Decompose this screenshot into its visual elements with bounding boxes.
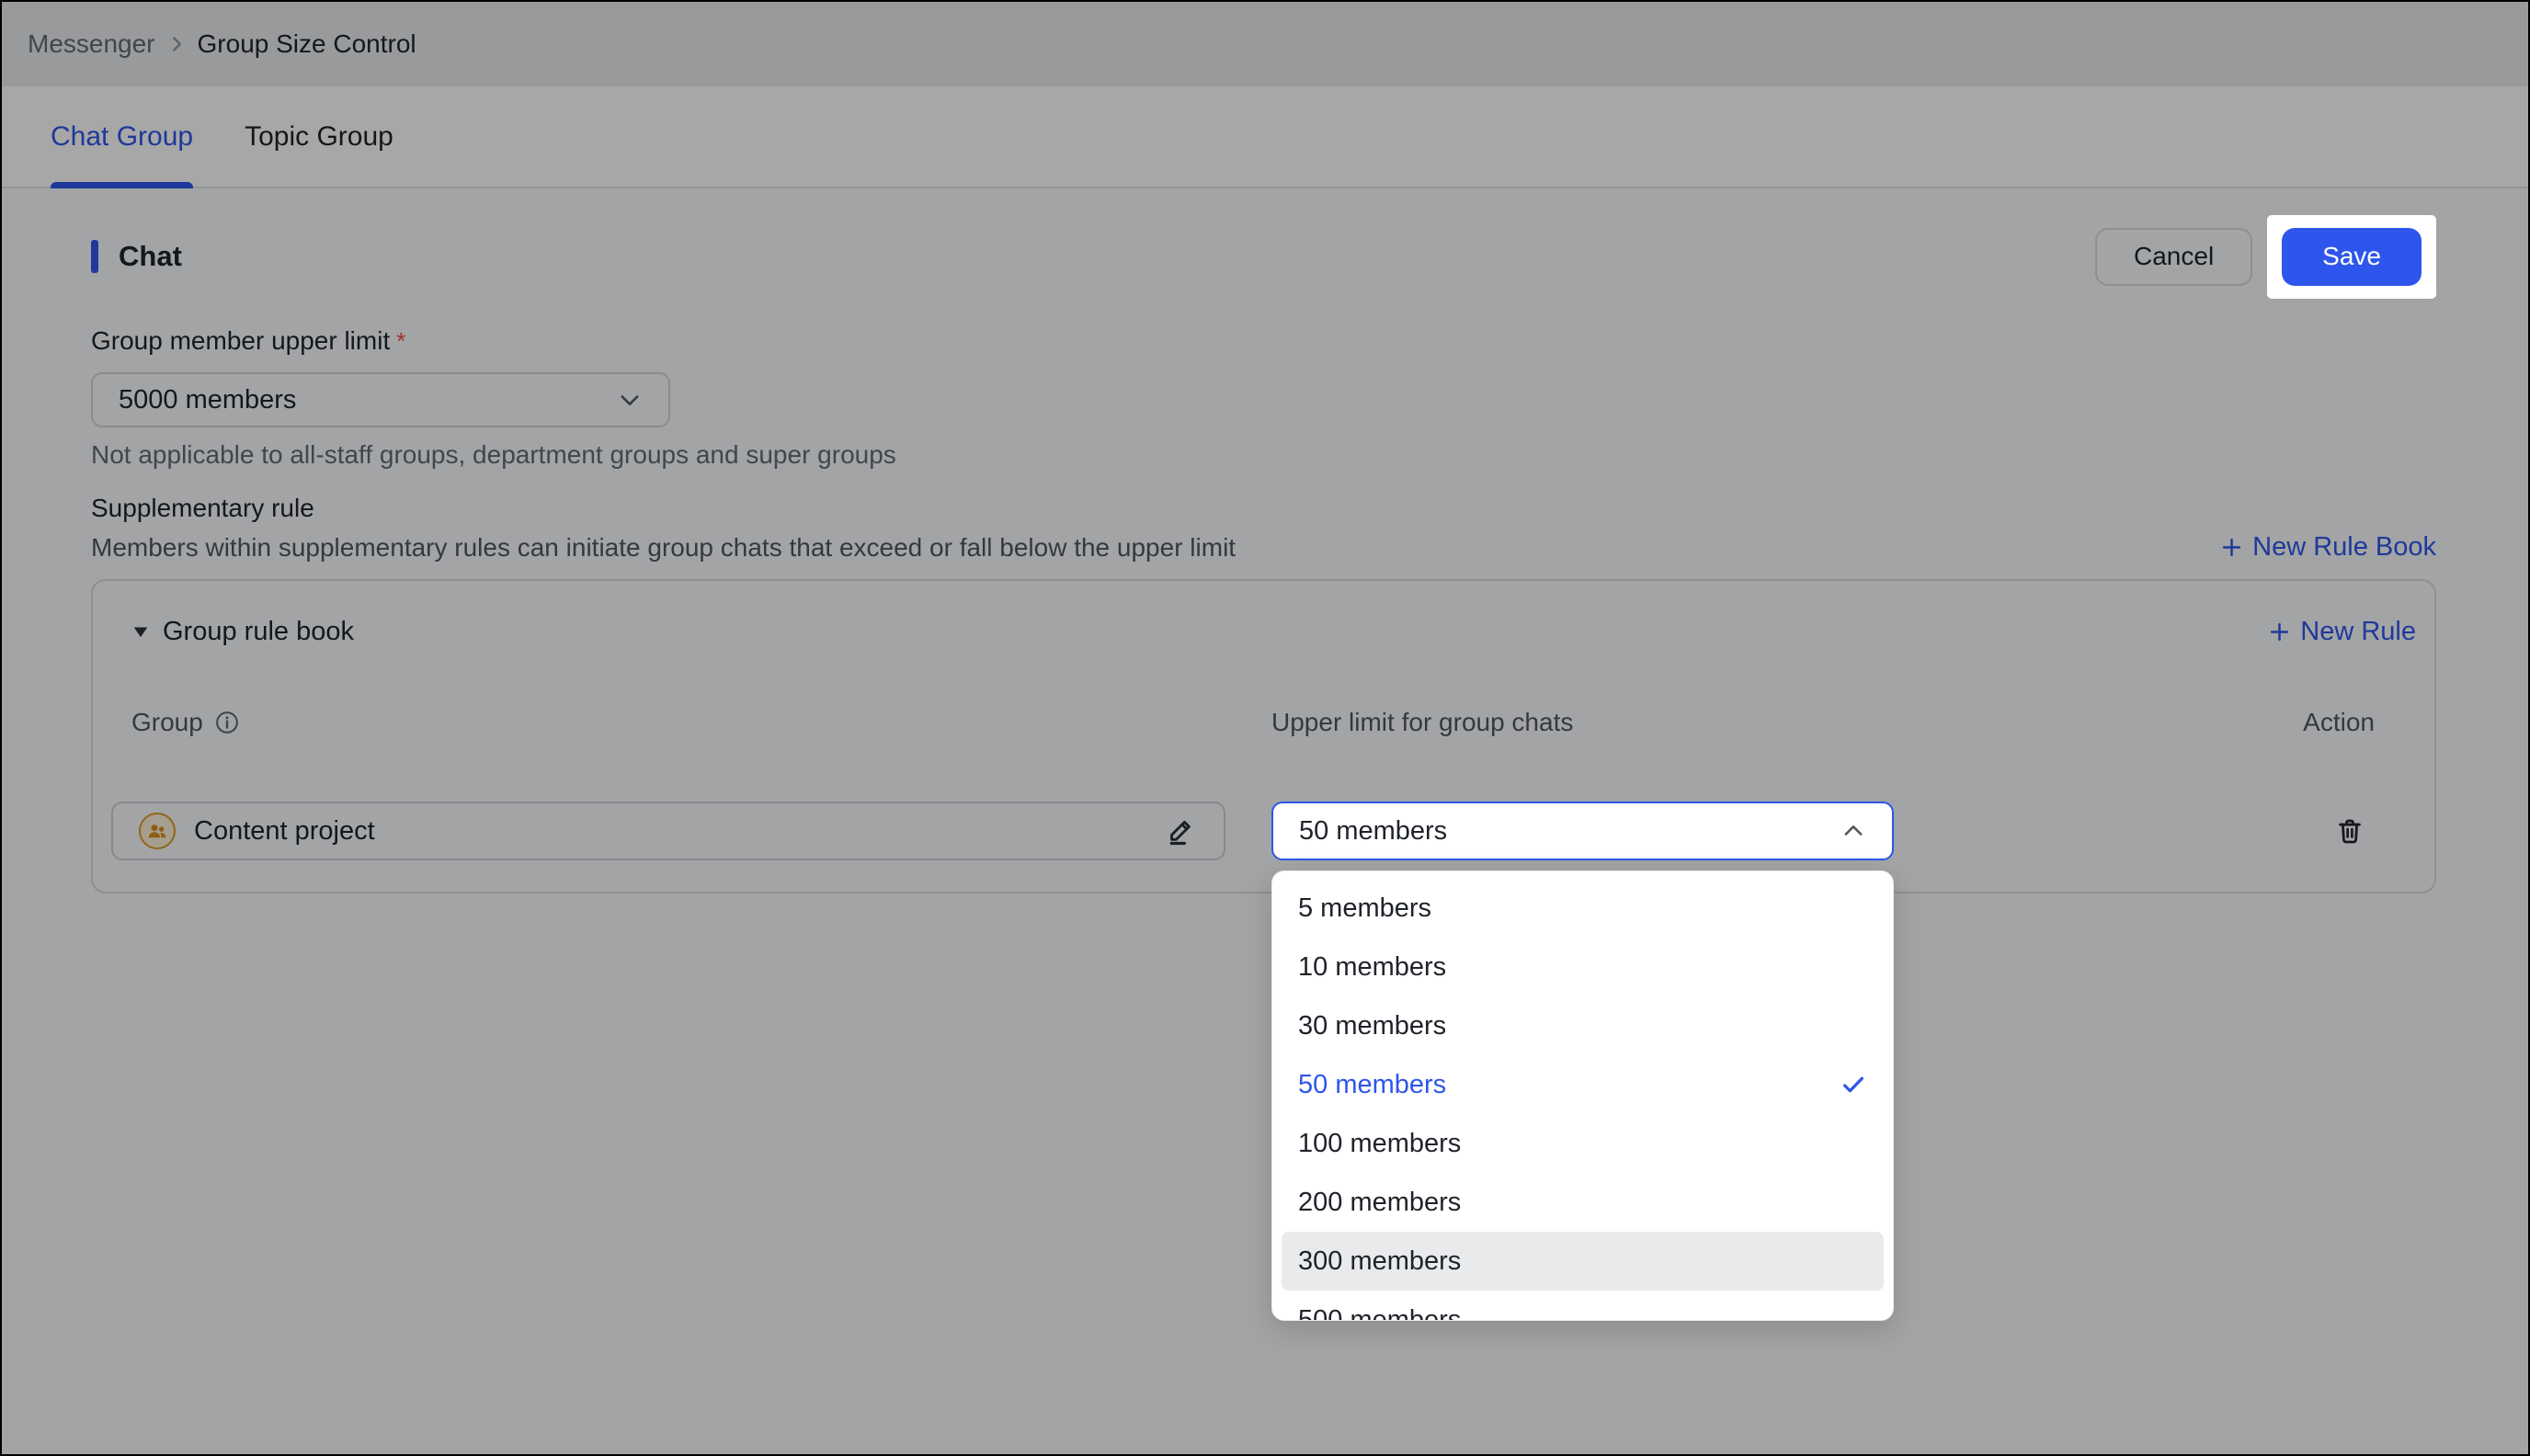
- rule-book-card: Group rule book New Rule Group: [91, 579, 2436, 893]
- breadcrumb-parent[interactable]: Messenger: [28, 29, 155, 59]
- chevron-right-icon: [165, 32, 188, 56]
- plus-icon: [2219, 535, 2244, 560]
- page-title: Chat: [119, 240, 182, 273]
- limit-dropdown-menu: 5 members 10 members 30 members 50 membe…: [1271, 870, 1894, 1321]
- limit-select-value: 50 members: [1299, 816, 1447, 847]
- edit-group-button[interactable]: [1165, 814, 1198, 847]
- rule-book-collapse-toggle[interactable]: Group rule book: [131, 617, 354, 647]
- header-actions: Cancel Save: [2095, 215, 2436, 299]
- column-action: Action: [1940, 708, 2416, 737]
- breadcrumb-current: Group Size Control: [198, 29, 416, 59]
- check-icon: [1840, 1071, 1867, 1098]
- group-tag-field: Content project: [111, 802, 1225, 860]
- section-header: Chat Cancel Save: [91, 214, 2436, 299]
- plus-icon: [2267, 620, 2292, 644]
- dropdown-option[interactable]: 5 members: [1282, 879, 1884, 938]
- dropdown-option[interactable]: 500 members: [1282, 1291, 1884, 1321]
- limit-select[interactable]: 50 members: [1271, 802, 1894, 860]
- dropdown-option-label: 50 members: [1298, 1070, 1446, 1100]
- rule-table-row: Content project 50 members: [111, 802, 2416, 860]
- rule-table-header: Group Upper limit for group chats Action: [111, 704, 2416, 741]
- delete-rule-button[interactable]: [2335, 816, 2365, 846]
- upper-limit-note: Not applicable to all-staff groups, depa…: [91, 440, 2436, 470]
- tab-chat-group[interactable]: Chat Group: [51, 86, 193, 187]
- rule-book-title: Group rule book: [163, 617, 354, 647]
- limit-cell: 50 members 5 members 10 members 30 membe…: [1271, 802, 1894, 860]
- breadcrumb: Messenger Group Size Control: [2, 2, 2528, 86]
- save-button-spotlight: Save: [2267, 215, 2436, 299]
- tab-topic-group[interactable]: Topic Group: [245, 86, 393, 187]
- rule-book-header: Group rule book New Rule: [111, 610, 2416, 653]
- upper-limit-label-row: Group member upper limit *: [91, 326, 2436, 356]
- group-name: Content project: [194, 816, 1146, 847]
- dropdown-option[interactable]: 10 members: [1282, 938, 1884, 996]
- tab-topic-group-label: Topic Group: [245, 121, 393, 153]
- dropdown-option-label: 200 members: [1298, 1188, 1461, 1218]
- column-group: Group: [111, 708, 1225, 737]
- supplementary-rule-description: Members within supplementary rules can i…: [91, 533, 1236, 563]
- new-rule-book-label: New Rule Book: [2252, 532, 2436, 563]
- new-rule-book-link[interactable]: New Rule Book: [2219, 532, 2436, 563]
- section-accent-bar: [91, 240, 98, 273]
- upper-limit-select[interactable]: 5000 members: [91, 372, 670, 427]
- dropdown-option[interactable]: 100 members: [1282, 1114, 1884, 1173]
- dropdown-option-label: 30 members: [1298, 1011, 1446, 1041]
- column-limit: Upper limit for group chats: [1271, 708, 1894, 737]
- supplementary-rule-row: Members within supplementary rules can i…: [91, 532, 2436, 563]
- dropdown-option-label: 100 members: [1298, 1129, 1461, 1159]
- main-content: Chat Cancel Save Group member upper limi…: [2, 214, 2528, 893]
- dropdown-option[interactable]: 200 members: [1282, 1173, 1884, 1232]
- dropdown-option-label: 300 members: [1298, 1246, 1461, 1277]
- action-cell: [2335, 816, 2416, 846]
- dropdown-option[interactable]: 30 members: [1282, 996, 1884, 1055]
- section-title-wrap: Chat: [91, 240, 182, 273]
- caret-down-icon: [131, 622, 150, 641]
- save-button[interactable]: Save: [2282, 228, 2422, 286]
- column-group-label: Group: [131, 708, 203, 737]
- dropdown-option[interactable]: 300 members: [1282, 1232, 1884, 1291]
- info-icon[interactable]: [214, 710, 240, 735]
- dropdown-option-label: 5 members: [1298, 893, 1431, 924]
- group-avatar: [139, 813, 176, 849]
- chevron-up-icon: [1841, 818, 1866, 844]
- required-asterisk: *: [396, 327, 405, 356]
- app-window: Messenger Group Size Control Chat Group …: [0, 0, 2530, 1456]
- dropdown-option-label: 500 members: [1298, 1305, 1461, 1322]
- new-rule-label: New Rule: [2300, 617, 2416, 647]
- upper-limit-select-value: 5000 members: [119, 385, 296, 415]
- upper-limit-label: Group member upper limit: [91, 326, 390, 356]
- dropdown-option[interactable]: 50 members: [1282, 1055, 1884, 1114]
- chevron-down-icon: [617, 387, 643, 413]
- dropdown-option-label: 10 members: [1298, 952, 1446, 983]
- cancel-button[interactable]: Cancel: [2095, 228, 2252, 286]
- tab-chat-group-label: Chat Group: [51, 121, 193, 153]
- tab-bar: Chat Group Topic Group: [2, 86, 2528, 188]
- new-rule-link[interactable]: New Rule: [2267, 617, 2416, 647]
- supplementary-rule-title: Supplementary rule: [91, 494, 2436, 523]
